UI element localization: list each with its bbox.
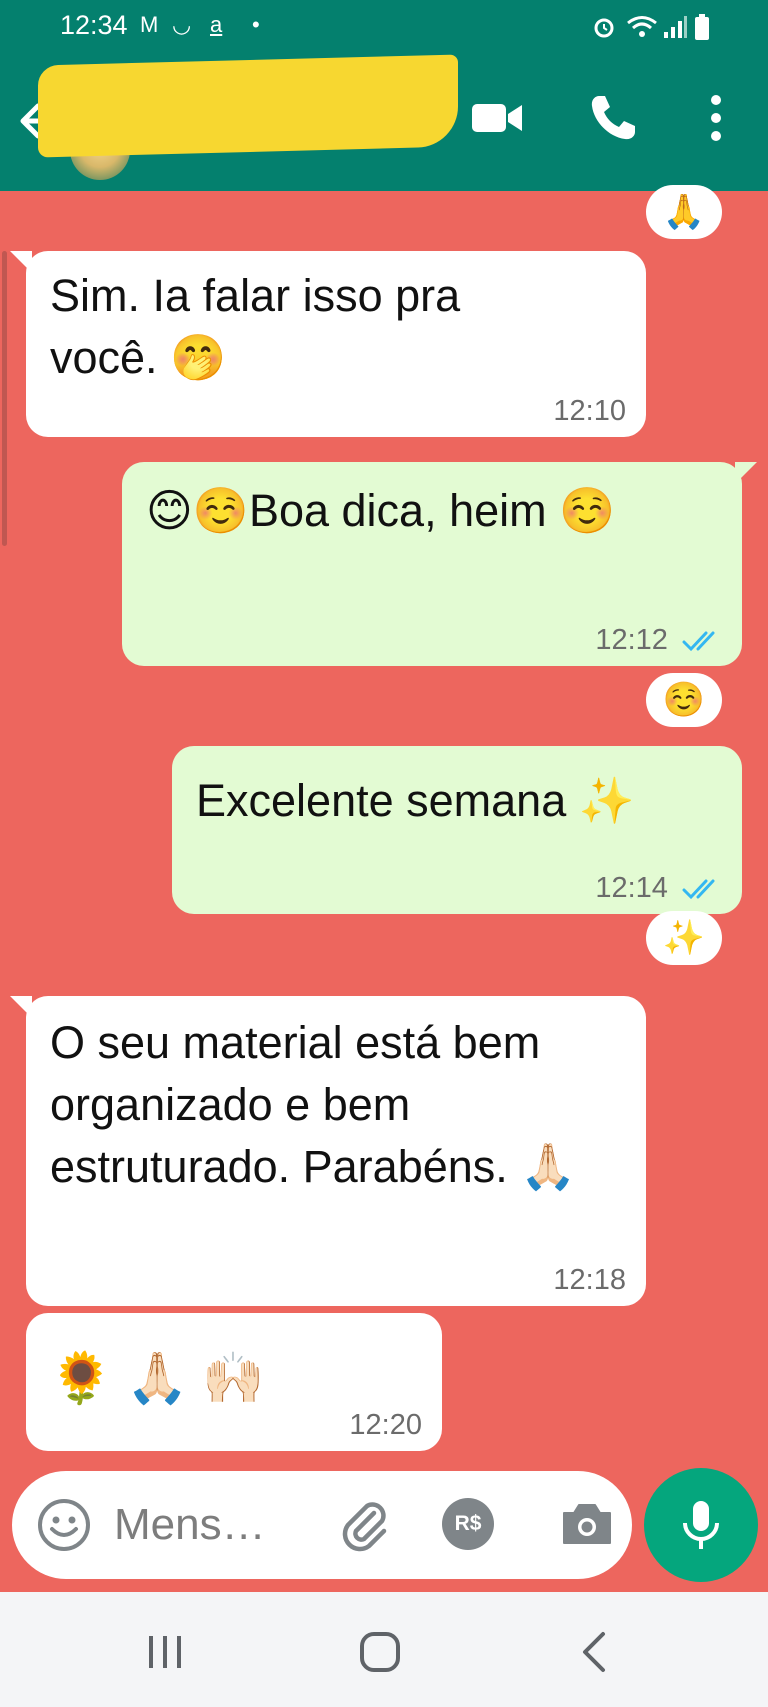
alarm-icon (594, 18, 614, 38)
gmail-notification-icon: M (140, 12, 159, 37)
home-icon[interactable] (350, 1622, 410, 1682)
reaction-badge[interactable]: 🙏 (646, 185, 722, 239)
message-timestamp: 12:14 (595, 872, 668, 904)
amazon-notification-icon: a (210, 12, 223, 37)
attach-icon[interactable] (334, 1495, 394, 1555)
read-receipt-icon (682, 631, 715, 652)
voice-call-icon[interactable] (585, 90, 641, 146)
payment-button[interactable]: R$ (442, 1498, 494, 1550)
incoming-message[interactable]: Sim. Ia falar isso pra você. 🤭 12:10 (26, 251, 646, 437)
chat-header (0, 52, 768, 191)
camera-icon[interactable] (558, 1495, 616, 1553)
chat-messages[interactable]: 🙏 Sim. Ia falar isso pra você. 🤭 12:10 😊… (0, 185, 768, 1591)
status-time: 12:34 (60, 10, 128, 40)
outgoing-message[interactable]: 😊☺️Boa dica, heim ☺️ 12:12 (122, 462, 742, 666)
message-text: 😊☺️Boa dica, heim ☺️ (146, 485, 616, 536)
message-time: 12:12 (595, 622, 722, 658)
message-text: O seu material está bem organizado e bem… (50, 1017, 577, 1192)
wifi-icon (627, 16, 657, 37)
scrollbar[interactable] (2, 251, 7, 546)
mic-icon (683, 1501, 719, 1549)
message-input[interactable] (114, 1495, 314, 1555)
message-composer: R$ (12, 1471, 632, 1579)
message-text: Sim. Ia falar isso pra você. 🤭 (50, 270, 461, 383)
message-time: 12:10 (553, 393, 626, 429)
battery-icon (695, 14, 709, 40)
more-notifications-dot-icon: • (252, 12, 260, 37)
status-bar: 12:34 M ◡ a • (0, 0, 768, 52)
mic-button[interactable] (644, 1468, 758, 1582)
message-time: 12:14 (595, 870, 722, 906)
message-text: 🌻 🙏🏻 🙌🏻 (50, 1350, 265, 1406)
emoji-icon[interactable] (36, 1497, 92, 1553)
message-timestamp: 12:20 (349, 1409, 422, 1441)
message-timestamp: 12:18 (553, 1264, 626, 1296)
message-timestamp: 12:12 (595, 624, 668, 656)
message-text: Excelente semana ✨ (196, 775, 635, 826)
menu-icon[interactable] (692, 90, 748, 146)
message-time: 12:20 (349, 1407, 422, 1443)
video-call-icon[interactable] (470, 90, 526, 146)
incoming-message[interactable]: 🌻 🙏🏻 🙌🏻 12:20 (26, 1313, 442, 1451)
recents-icon[interactable] (135, 1622, 195, 1682)
message-time: 12:18 (553, 1262, 626, 1298)
back-icon[interactable] (565, 1622, 625, 1682)
outgoing-message[interactable]: Excelente semana ✨ 12:14 (172, 746, 742, 914)
message-timestamp: 12:10 (553, 395, 626, 427)
read-receipt-icon (682, 879, 715, 900)
messaging-notification-icon: ◡ (172, 12, 192, 37)
signal-icon (664, 16, 687, 38)
system-nav-bar (0, 1592, 768, 1707)
reaction-badge[interactable]: ☺️ (646, 673, 722, 727)
reaction-badge[interactable]: ✨ (646, 911, 722, 965)
incoming-message[interactable]: O seu material está bem organizado e bem… (26, 996, 646, 1306)
contact-name-redacted[interactable] (38, 54, 458, 158)
